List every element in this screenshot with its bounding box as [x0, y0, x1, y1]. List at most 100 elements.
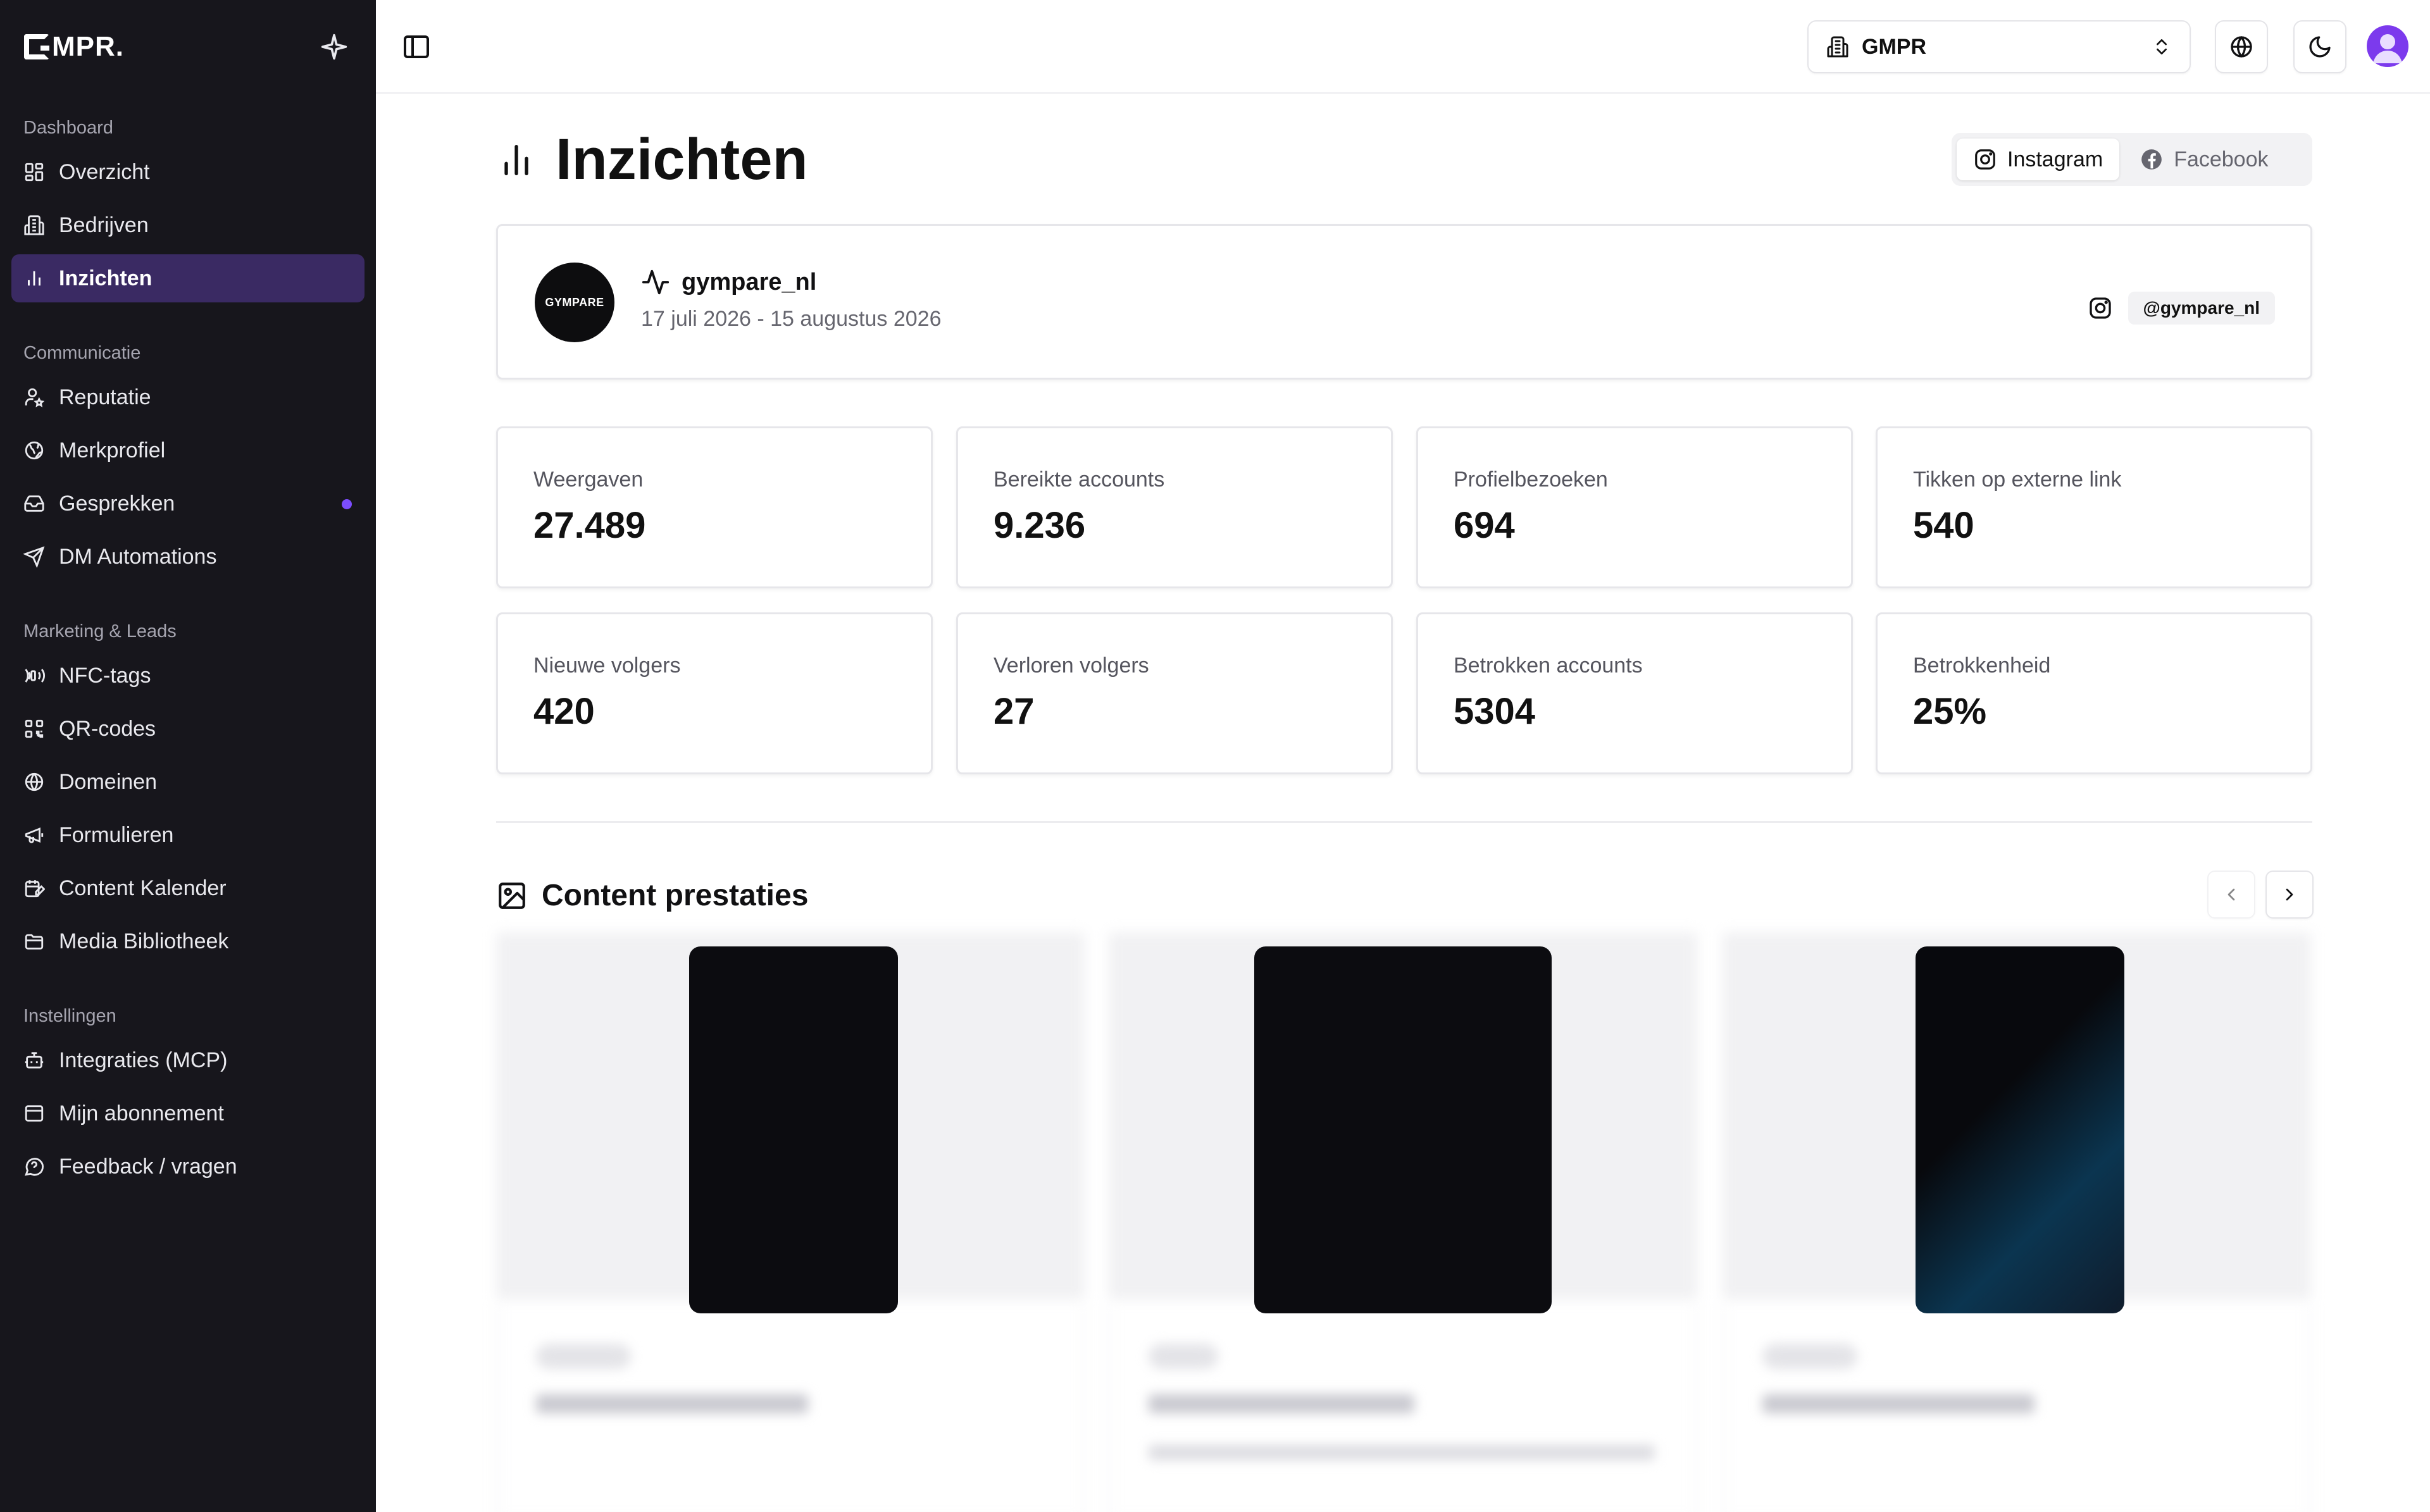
sidebar-item-label: Media Bibliotheek: [59, 929, 229, 953]
sidebar-item-feedback[interactable]: Feedback / vragen: [11, 1143, 364, 1191]
sidebar-item-label: Gesprekken: [59, 491, 175, 516]
megaphone-icon: [23, 824, 45, 846]
account-name: gympare_nl: [641, 268, 816, 297]
sidebar-item-label: Integraties (MCP): [59, 1048, 228, 1072]
date-range: 17 juli 2026 - 15 augustus 2026: [641, 307, 942, 331]
content-card-body: [1109, 1306, 1697, 1512]
sidebar-panel-icon: [404, 35, 429, 58]
facebook-icon: [2141, 149, 2162, 170]
carousel-prev-button[interactable]: [2207, 871, 2255, 919]
stat-label: Bereikte accounts: [994, 468, 1165, 492]
stat-value: 27: [994, 691, 1035, 732]
sidebar-group-label: Instellingen: [23, 1005, 116, 1026]
sidebar-item-reputatie[interactable]: Reputatie: [11, 373, 364, 421]
sidebar-item-integraties[interactable]: Integraties (MCP): [11, 1036, 364, 1084]
content-type-pill: [536, 1344, 631, 1369]
stat-label: Betrokkenheid: [1913, 654, 2051, 678]
stat-value: 420: [533, 691, 595, 732]
sidebar-item-label: Reputatie: [59, 385, 151, 409]
app-logo[interactable]: MPR.: [24, 31, 124, 63]
content-section-title: Content prestaties: [496, 878, 808, 913]
sidebar-item-dm-automations[interactable]: DM Automations: [11, 533, 364, 581]
help-chat-icon: [23, 1156, 45, 1177]
stat-label: Tikken op externe link: [1913, 468, 2122, 492]
card-icon: [23, 1103, 45, 1124]
content-card[interactable]: [1109, 933, 1697, 1512]
sidebar-item-media-bibliotheek[interactable]: Media Bibliotheek: [11, 917, 364, 965]
logo-text: MPR.: [52, 31, 124, 62]
sidebar-item-label: Merkprofiel: [59, 438, 166, 462]
sidebar-item-overzicht[interactable]: Overzicht: [11, 148, 364, 196]
sidebar: MPR. Dashboard Overzicht Bedrijven Inzic…: [0, 0, 376, 1512]
theme-toggle-button[interactable]: [2293, 20, 2346, 73]
account-avatar: GYMPARE: [535, 263, 614, 342]
user-star-icon: [23, 387, 45, 408]
content-date-placeholder: [1149, 1394, 1414, 1413]
sidebar-group-instellingen: Instellingen Integraties (MCP) Mijn abon…: [0, 996, 376, 1191]
sidebar-item-inzichten[interactable]: Inzichten: [11, 254, 364, 302]
stat-label: Betrokken accounts: [1454, 654, 1643, 678]
content-card[interactable]: [1723, 933, 2311, 1512]
sidebar-item-label: Bedrijven: [59, 213, 149, 237]
user-avatar-icon: [2373, 34, 2402, 63]
ai-assistant-button[interactable]: [316, 29, 352, 65]
sidebar-group-label: Marketing & Leads: [23, 621, 177, 641]
sidebar-group-marketing: Marketing & Leads NFC-tags QR-codes Dome…: [0, 611, 376, 965]
building-icon: [1827, 36, 1848, 58]
content-type-pill: [1762, 1344, 1857, 1369]
stat-value: 5304: [1454, 691, 1536, 732]
content-preview-image: [1254, 946, 1552, 1313]
topbar: GMPR: [376, 0, 2430, 94]
stat-value: 27.489: [533, 505, 646, 546]
account-avatar-text: GYMPARE: [545, 295, 604, 309]
stat-card-weergaven: Weergaven 27.489: [496, 426, 933, 588]
content-section-title-text: Content prestaties: [542, 879, 809, 912]
building-icon: [23, 214, 45, 236]
account-profile-card: GYMPARE gympare_nl 17 juli 2026 - 15 aug…: [496, 224, 2312, 380]
sidebar-item-nfc-tags[interactable]: NFC-tags: [11, 652, 364, 700]
section-divider: [496, 821, 2312, 823]
instagram-icon: [1975, 149, 1995, 170]
main-content: Inzichten Instagram Facebook GYMPARE gym…: [376, 94, 2430, 1512]
content-card[interactable]: [496, 933, 1085, 1512]
sidebar-item-gesprekken[interactable]: Gesprekken: [11, 480, 364, 528]
stat-value: 694: [1454, 505, 1515, 546]
carousel-next-button[interactable]: [2265, 871, 2314, 919]
content-preview-image: [689, 946, 898, 1313]
language-button[interactable]: [2215, 20, 2268, 73]
stat-card-externe-link: Tikken op externe link 540: [1876, 426, 2312, 588]
tab-facebook[interactable]: Facebook: [2123, 139, 2284, 180]
chevron-right-icon: [2286, 888, 2293, 901]
sidebar-item-label: DM Automations: [59, 544, 217, 569]
nfc-icon: [23, 665, 45, 686]
sidebar-item-domeinen[interactable]: Domeinen: [11, 758, 364, 806]
account-handle-group: @gympare_nl: [2088, 292, 2275, 325]
content-caption-placeholder: [1149, 1445, 1655, 1460]
sidebar-item-content-kalender[interactable]: Content Kalender: [11, 864, 364, 912]
sidebar-item-label: Formulieren: [59, 822, 174, 847]
sidebar-item-mijn-abonnement[interactable]: Mijn abonnement: [11, 1089, 364, 1137]
user-avatar[interactable]: [2367, 25, 2408, 67]
sidebar-item-qr-codes[interactable]: QR-codes: [11, 705, 364, 753]
stat-value: 9.236: [994, 505, 1086, 546]
content-preview-image: [1916, 946, 2124, 1313]
organization-select[interactable]: GMPR: [1807, 20, 2191, 73]
account-handle-badge[interactable]: @gympare_nl: [2128, 292, 2275, 325]
sidebar-item-label: NFC-tags: [59, 663, 151, 688]
sidebar-item-formulieren[interactable]: Formulieren: [11, 811, 364, 859]
sidebar-item-label: Inzichten: [59, 266, 153, 290]
stat-value: 25%: [1913, 691, 1987, 732]
sidebar-group-label: Communicatie: [23, 342, 141, 363]
activity-icon: [642, 270, 670, 295]
sidebar-item-bedrijven[interactable]: Bedrijven: [11, 201, 364, 249]
sidebar-item-merkprofiel[interactable]: Merkprofiel: [11, 426, 364, 474]
unread-badge-dot: [342, 499, 352, 509]
stat-card-bereikte-accounts: Bereikte accounts 9.236: [956, 426, 1393, 588]
stat-card-betrokkenheid: Betrokkenheid 25%: [1876, 612, 2312, 774]
brand-globe-icon: [23, 440, 45, 461]
tab-label: Instagram: [2007, 147, 2103, 171]
sidebar-item-label: Content Kalender: [59, 876, 227, 900]
toggle-sidebar-button[interactable]: [401, 32, 432, 62]
content-type-pill: [1149, 1344, 1218, 1369]
tab-instagram[interactable]: Instagram: [1957, 139, 2120, 180]
